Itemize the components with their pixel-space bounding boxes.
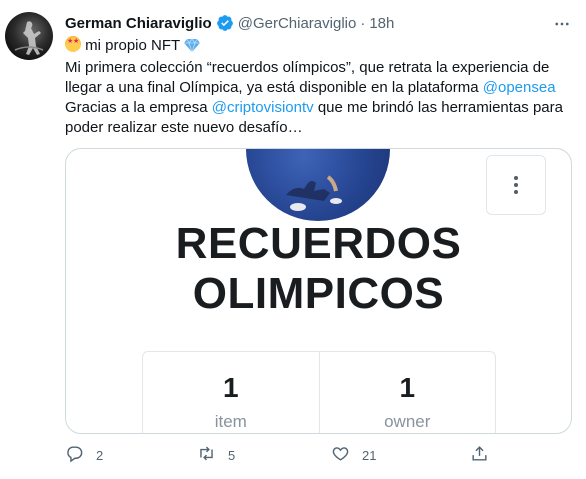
collection-photo (246, 149, 390, 221)
like-count: 21 (362, 447, 377, 463)
collection-title-line: RECUERDOS (175, 219, 462, 268)
tweet-header: German Chiaraviglio @GerChiaraviglio · 1… (65, 13, 394, 33)
retweet-count: 5 (228, 447, 236, 463)
stat-value: 1 (399, 372, 416, 403)
tweet-text-segment: Gracias a la empresa (65, 99, 212, 116)
like-button[interactable]: 21 (331, 444, 376, 466)
reply-icon (65, 444, 84, 466)
tweet-text-line: Mi primera colección “recuerdos olímpico… (65, 59, 550, 76)
mention-opensea[interactable]: @opensea (483, 79, 556, 96)
reply-count: 2 (96, 447, 104, 463)
like-icon (331, 444, 350, 466)
tweet-text-segment: que me brindó las herramientas para (313, 99, 563, 116)
star-struck-emoji (65, 36, 81, 52)
tweet-actions: 2 5 21 (65, 444, 505, 468)
stat-items: 1 item (143, 352, 319, 433)
collection-title-line: OLIMPICOS (192, 269, 445, 318)
share-button[interactable] (470, 444, 489, 466)
share-icon (470, 444, 489, 466)
tweet-text-line: mi propio NFT (65, 36, 575, 58)
kebab-menu-icon[interactable] (486, 155, 546, 215)
author-name[interactable]: German Chiaraviglio (65, 15, 212, 32)
tweet-text: mi propio NFT Mi primera colección “recu… (65, 36, 575, 138)
mention-criptovisiontv[interactable]: @criptovisiontv (212, 99, 314, 116)
nft-card[interactable]: RECUERDOS OLIMPICOS 1 item 1 owner (65, 148, 572, 434)
stat-label: owner (384, 412, 431, 431)
tweet-text-segment: llegar a una final Olímpica, ya está dis… (65, 79, 483, 96)
more-icon[interactable] (552, 14, 572, 34)
reply-button[interactable]: 2 (65, 444, 103, 466)
tweet-text-line: poder realizar este nuevo desafío… (65, 119, 303, 136)
tweet[interactable]: German Chiaraviglio @GerChiaraviglio · 1… (0, 0, 586, 479)
collection-stats: 1 item 1 owner (142, 351, 496, 433)
retweet-icon (197, 444, 216, 466)
author-handle[interactable]: @GerChiaraviglio (238, 15, 357, 32)
avatar[interactable] (5, 12, 53, 60)
stat-owners: 1 owner (318, 352, 496, 433)
timestamp[interactable]: 18h (369, 15, 394, 32)
verified-badge-icon (216, 14, 234, 32)
collection-title: RECUERDOS OLIMPICOS (66, 219, 571, 319)
separator-dot: · (360, 14, 366, 32)
stat-label: item (214, 412, 247, 431)
tweet-text-segment: mi propio NFT (81, 37, 185, 54)
tweet-text-line: Gracias a la empresa @criptovisiontv que… (65, 98, 575, 118)
stat-value: 1 (222, 372, 239, 403)
retweet-button[interactable]: 5 (197, 444, 235, 466)
gem-emoji (184, 38, 201, 58)
tweet-text-line: llegar a una final Olímpica, ya está dis… (65, 78, 575, 98)
